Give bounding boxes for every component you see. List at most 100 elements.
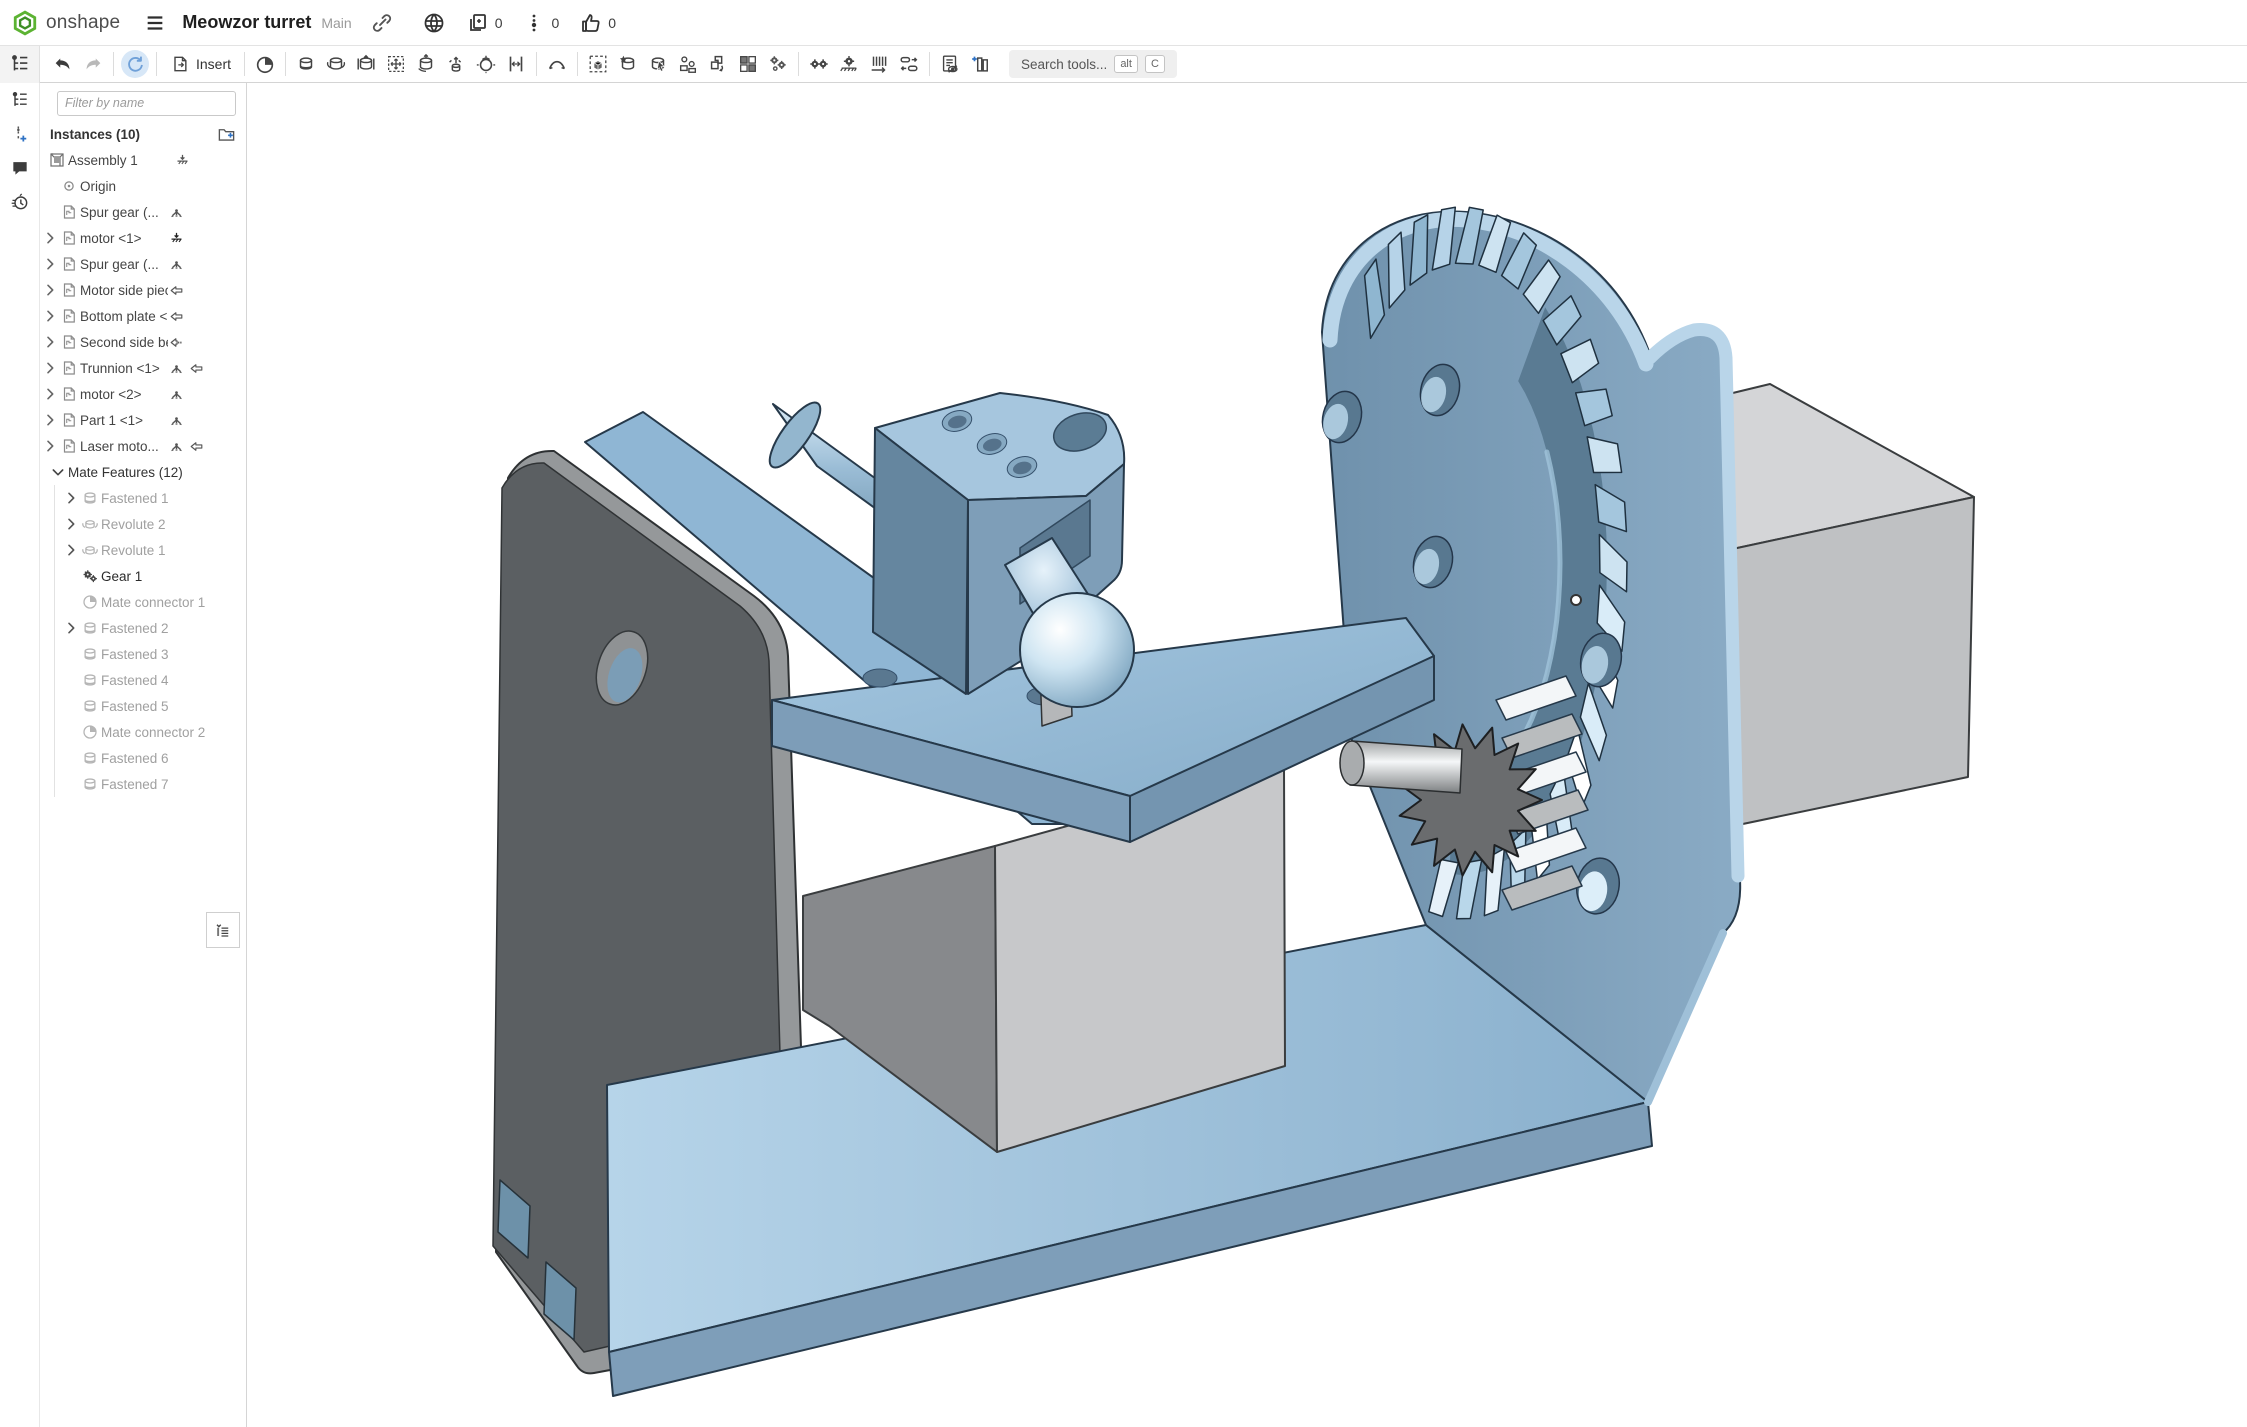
cylindrical-mate-button[interactable] [411, 49, 441, 79]
instance-row-assembly-1[interactable]: Assembly 1 [40, 147, 246, 173]
parallel-mate-button[interactable] [501, 49, 531, 79]
fastened-mate-icon [81, 775, 99, 793]
arrow-status-icon [168, 309, 185, 324]
insert-button[interactable]: Insert [162, 51, 239, 77]
pin-slot-mate-button[interactable] [441, 49, 471, 79]
chevron-right-icon[interactable] [42, 412, 58, 428]
ball-mate-button[interactable] [471, 49, 501, 79]
add-instance-icon[interactable] [217, 125, 236, 144]
chevron-spacer [63, 594, 79, 610]
replicate-button[interactable] [703, 49, 733, 79]
pin-slot-mate-icon [445, 53, 467, 75]
mate-label: Fastened 4 [101, 673, 207, 688]
gear-relation-button[interactable] [804, 49, 834, 79]
revolute-mate-icon [325, 53, 347, 75]
document-menu-button[interactable] [142, 10, 168, 36]
mate-row-mate-connector-2[interactable]: Mate connector 2 [55, 719, 246, 745]
mate-row-revolute-1[interactable]: Revolute 1 [55, 537, 246, 563]
chevron-right-icon[interactable] [63, 490, 79, 506]
version-history-rail-button[interactable] [0, 185, 40, 219]
mate-row-fastened-5[interactable]: Fastened 5 [55, 693, 246, 719]
chevron-right-icon[interactable] [42, 334, 58, 350]
assembly-icon [48, 151, 66, 169]
mate-row-fastened-2[interactable]: Fastened 2 [55, 615, 246, 641]
linear-relation-button[interactable] [894, 49, 924, 79]
onshape-brand[interactable]: onshape [12, 10, 120, 36]
chevron-right-icon[interactable] [63, 620, 79, 636]
edit-in-context-button[interactable] [643, 49, 673, 79]
mate-label: Fastened 6 [101, 751, 207, 766]
gear-relation-icon [808, 53, 830, 75]
filter-input[interactable] [57, 91, 236, 116]
part-icon [60, 203, 78, 221]
mate-row-fastened-1[interactable]: Fastened 1 [55, 485, 246, 511]
fastened-mate-icon [295, 53, 317, 75]
mate-row-fastened-7[interactable]: Fastened 7 [55, 771, 246, 797]
planar-mate-button[interactable] [381, 49, 411, 79]
chevron-right-icon[interactable] [42, 230, 58, 246]
slider-mate-button[interactable] [351, 49, 381, 79]
undo-button[interactable] [48, 49, 78, 79]
mate-row-mate-connector-1[interactable]: Mate connector 1 [55, 589, 246, 615]
structure-panel-toggle[interactable] [0, 46, 40, 83]
configurations-button[interactable] [965, 49, 995, 79]
mate-row-revolute-2[interactable]: Revolute 2 [55, 511, 246, 537]
instance-row-motor-side-piec-[interactable]: Motor side piec... [40, 277, 246, 303]
group-button[interactable] [583, 49, 613, 79]
chevron-right-icon[interactable] [42, 360, 58, 376]
chevron-right-icon[interactable] [63, 516, 79, 532]
comments-rail-button[interactable] [0, 151, 40, 185]
chevron-right-icon[interactable] [42, 308, 58, 324]
instance-row-spur-gear-[interactable]: Spur gear (... [40, 251, 246, 277]
mate-relations-button[interactable] [763, 49, 793, 79]
arrow-dashed-status-icon [168, 335, 185, 350]
instance-row-second-side-be-[interactable]: Second side be... [40, 329, 246, 355]
tangent-mate-button[interactable] [542, 49, 572, 79]
chevron-right-icon[interactable] [42, 256, 58, 272]
search-tools-box[interactable]: Search tools... alt C [1009, 50, 1177, 78]
copy-link-button[interactable] [370, 11, 394, 35]
fastened-mate-button[interactable] [291, 49, 321, 79]
display-states-button[interactable] [935, 49, 965, 79]
mate-row-fastened-4[interactable]: Fastened 4 [55, 667, 246, 693]
add-mate-connector-rail-button[interactable] [0, 117, 40, 151]
fix-status-icon [168, 439, 185, 454]
chevron-right-icon[interactable] [42, 438, 58, 454]
chevron-right-icon[interactable] [42, 282, 58, 298]
revolute-mate-button[interactable] [321, 49, 351, 79]
likes-counter[interactable]: 0 [579, 11, 616, 35]
instance-row-bottom-plate-[interactable]: Bottom plate <... [40, 303, 246, 329]
mate-connector-visibility-button[interactable] [673, 49, 703, 79]
mate-row-fastened-3[interactable]: Fastened 3 [55, 641, 246, 667]
mate-connector-dot[interactable] [1571, 595, 1581, 605]
linear-pattern-button[interactable] [733, 49, 763, 79]
insert-part-studio-in-context-button[interactable] [613, 49, 643, 79]
instance-label: Second side be... [80, 335, 168, 350]
kbd-c: C [1145, 55, 1165, 73]
update-sync-button[interactable] [121, 50, 149, 78]
mate-relations-icon [767, 53, 789, 75]
screw-relation-button[interactable] [864, 49, 894, 79]
copies-counter[interactable]: 0 [466, 11, 503, 35]
mate-row-fastened-6[interactable]: Fastened 6 [55, 745, 246, 771]
instance-row-origin[interactable]: Origin [40, 173, 246, 199]
mate-features-header[interactable]: Mate Features (12) [40, 459, 246, 485]
mate-label: Revolute 2 [101, 517, 207, 532]
instance-row-spur-gear-[interactable]: Spur gear (... [40, 199, 246, 225]
chevron-right-icon[interactable] [63, 542, 79, 558]
instance-row-motor-1-[interactable]: motor <1> [40, 225, 246, 251]
3d-viewport[interactable] [248, 83, 2247, 1427]
share-visibility-button[interactable] [422, 11, 446, 35]
instance-row-motor-2-[interactable]: motor <2> [40, 381, 246, 407]
instance-row-part-1-1-[interactable]: Part 1 <1> [40, 407, 246, 433]
chevron-right-icon[interactable] [42, 386, 58, 402]
redo-button[interactable] [78, 49, 108, 79]
features-list-collapse-tab[interactable] [206, 912, 240, 948]
rack-and-pinion-relation-button[interactable] [834, 49, 864, 79]
mate-row-gear-1[interactable]: Gear 1 [55, 563, 246, 589]
followers-counter[interactable]: 0 [522, 11, 559, 35]
instance-row-laser-moto-[interactable]: Laser moto... [40, 433, 246, 459]
assembly-structure-rail-button[interactable] [0, 83, 40, 117]
instance-row-trunnion-1-[interactable]: Trunnion <1> [40, 355, 246, 381]
mate-connector-button[interactable] [250, 49, 280, 79]
